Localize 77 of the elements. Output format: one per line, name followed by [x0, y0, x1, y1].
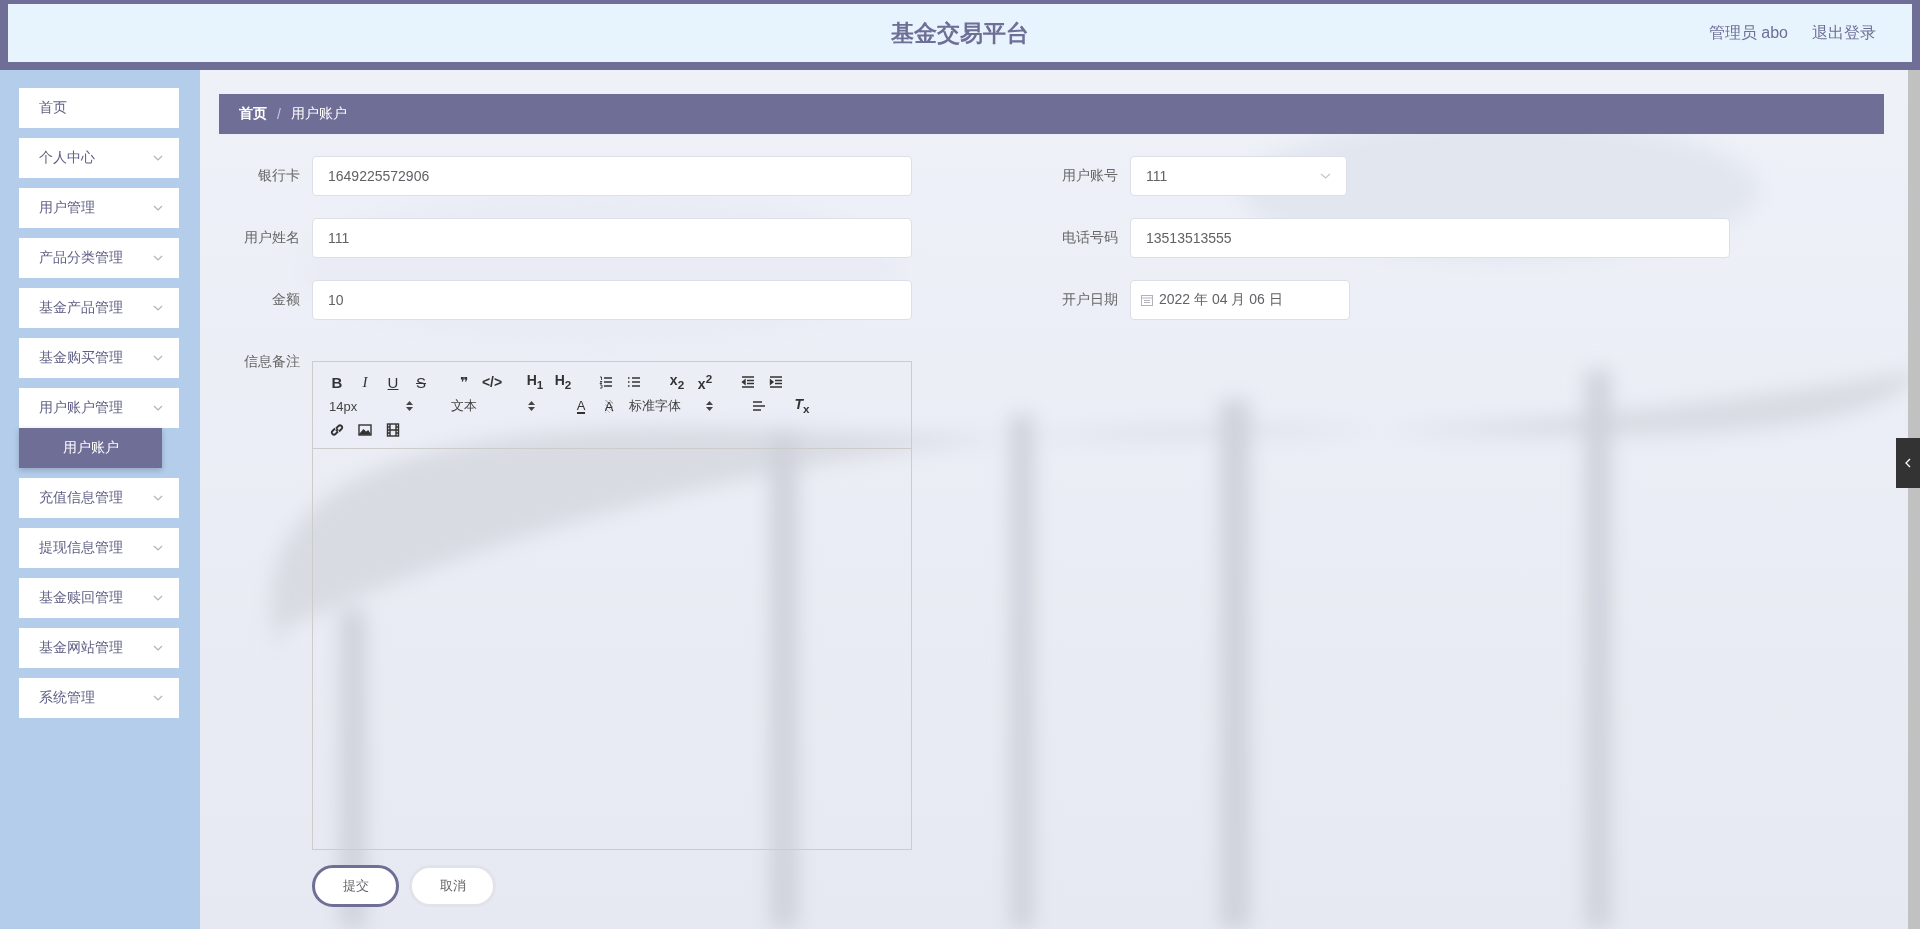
field-label: 用户账号: [1061, 167, 1119, 185]
cancel-button[interactable]: 取消: [409, 865, 496, 907]
chevron-down-icon: [153, 695, 163, 701]
menu-item[interactable]: 基金购买管理: [19, 338, 179, 378]
text-field[interactable]: 13513513555: [1130, 218, 1730, 258]
chevron-down-icon: [153, 545, 163, 551]
chevron-left-icon: [1905, 458, 1911, 468]
outdent-icon[interactable]: [741, 375, 755, 389]
submit-button[interactable]: 提交: [312, 865, 399, 907]
toolbar-button[interactable]: ❞: [459, 375, 469, 389]
ordered-list-icon[interactable]: [599, 375, 613, 389]
toolbar-button[interactable]: B: [331, 374, 343, 390]
menu-item[interactable]: 基金赎回管理: [19, 578, 179, 618]
rich-text-editor[interactable]: B I U S ❞ </> H$_{1}$ H$_{2}$ x$_{2}$ x$^{2}$ 14px 文本 A A 标准字体 T$_{x}$: [312, 361, 912, 850]
breadcrumb-link[interactable]: 用户账户: [290, 105, 347, 123]
chevron-down-icon: [153, 645, 163, 651]
sort-arrows-icon: [406, 401, 413, 411]
menu-item[interactable]: 基金网站管理: [19, 628, 179, 668]
menu-item[interactable]: 充值信息管理: [19, 478, 179, 518]
toolbar-button[interactable]: x$^{2}$: [697, 373, 713, 391]
date-field[interactable]: 2022 年 04 月 06 日: [1130, 280, 1350, 320]
chevron-down-icon: [153, 405, 163, 411]
toolbar-button[interactable]: x$_{2}$: [669, 373, 685, 391]
sort-arrows-icon: [706, 401, 713, 411]
field-label: 银行卡: [257, 167, 301, 185]
chevron-down-icon: [153, 595, 163, 601]
calendar-icon: [1141, 294, 1153, 306]
field-label: 开户日期: [1061, 291, 1119, 309]
chevron-down-icon: [153, 355, 163, 361]
text-field[interactable]: 10: [312, 280, 912, 320]
toolbar-button[interactable]: T$_{x}$: [794, 397, 810, 415]
align-left-icon[interactable]: [752, 399, 766, 413]
bullet-list-icon[interactable]: [627, 375, 641, 389]
toolbar-button[interactable]: H$_{1}$: [526, 373, 544, 391]
scrollbar[interactable]: [1908, 70, 1920, 929]
menu-item[interactable]: 产品分类管理: [19, 238, 179, 278]
menu-item[interactable]: 用户账户管理: [19, 388, 179, 428]
menu-item[interactable]: 用户管理: [19, 188, 179, 228]
logout-link[interactable]: 退出登录: [1812, 22, 1876, 44]
menu-item[interactable]: 个人中心: [19, 138, 179, 178]
menu-item[interactable]: 基金产品管理: [19, 288, 179, 328]
select-field[interactable]: 111: [1130, 156, 1347, 196]
sort-arrows-icon: [528, 401, 535, 411]
chevron-down-icon: [153, 205, 163, 211]
submenu-item[interactable]: 用户账户: [19, 428, 162, 468]
toolbar-button[interactable]: A: [604, 399, 614, 413]
field-label: 金额: [271, 291, 301, 309]
text-field[interactable]: 1649225572906: [312, 156, 912, 196]
menu-item[interactable]: 系统管理: [19, 678, 179, 718]
toolbar-button[interactable]: </>: [481, 375, 503, 389]
image-icon[interactable]: [358, 423, 372, 437]
text-field[interactable]: 111: [312, 218, 912, 258]
field-label: 电话号码: [1061, 229, 1119, 247]
toolbar-button[interactable]: A: [576, 398, 586, 414]
field-label: 用户姓名: [243, 229, 301, 247]
user-name: 管理员 abo: [1708, 22, 1788, 43]
breadcrumb-link[interactable]: 首页: [239, 105, 267, 123]
menu-item[interactable]: 首页: [19, 88, 179, 128]
toolbar-select[interactable]: 标准字体: [629, 397, 713, 415]
film-icon[interactable]: [386, 423, 400, 437]
toolbar-select[interactable]: 14px: [329, 398, 413, 414]
field-label: 信息备注: [243, 353, 301, 371]
chevron-down-icon: [153, 155, 163, 161]
chevron-down-icon: [153, 305, 163, 311]
link-icon[interactable]: [330, 423, 344, 437]
toolbar-select[interactable]: 文本: [451, 397, 535, 415]
toolbar-button[interactable]: S: [416, 374, 426, 390]
toolbar-button[interactable]: U: [387, 374, 399, 390]
toolbar-button[interactable]: H$_{2}$: [554, 373, 572, 391]
menu-item[interactable]: 提现信息管理: [19, 528, 179, 568]
toolbar-button[interactable]: I: [362, 374, 368, 390]
chevron-down-icon: [153, 255, 163, 261]
breadcrumb-separator: /: [277, 106, 281, 122]
site-title: 基金交易平台: [891, 18, 1029, 48]
chevron-down-icon: [153, 495, 163, 501]
chevron-down-icon: [1320, 173, 1331, 179]
indent-icon[interactable]: [769, 375, 783, 389]
